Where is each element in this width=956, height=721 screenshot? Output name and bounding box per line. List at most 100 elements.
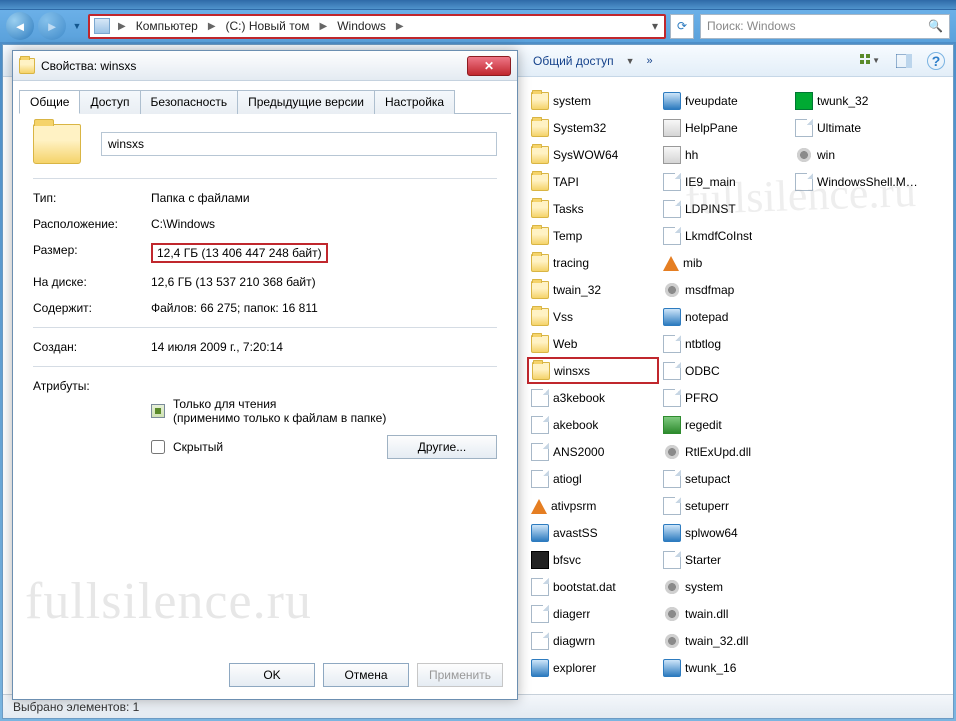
file-item[interactable]: win <box>791 141 923 168</box>
file-item[interactable]: avastSS <box>527 519 659 546</box>
tab-access[interactable]: Доступ <box>79 90 140 114</box>
file-item[interactable]: RtlExUpd.dll <box>659 438 791 465</box>
file-icon <box>531 389 549 407</box>
file-item[interactable]: twain_32 <box>527 276 659 303</box>
tab-general[interactable]: Общие <box>19 90 80 114</box>
change-view-button[interactable]: ▼ <box>859 50 881 72</box>
file-item[interactable]: twunk_32 <box>791 87 923 114</box>
file-item[interactable]: PFRO <box>659 384 791 411</box>
close-button[interactable]: ✕ <box>467 56 511 76</box>
file-item[interactable]: LkmdfCoInst <box>659 222 791 249</box>
file-item[interactable]: ntbtlog <box>659 330 791 357</box>
refresh-button[interactable]: ⟳ <box>670 14 694 39</box>
file-item[interactable]: hh <box>659 141 791 168</box>
file-item[interactable]: twain.dll <box>659 600 791 627</box>
search-icon: 🔍 <box>928 19 943 33</box>
file-item[interactable]: Vss <box>527 303 659 330</box>
file-item[interactable]: HelpPane <box>659 114 791 141</box>
file-icon <box>663 497 681 515</box>
search-box[interactable]: Поиск: Windows 🔍 <box>700 14 950 39</box>
folder-large-icon <box>33 124 81 164</box>
chevron-right-icon[interactable]: ▶ <box>392 21 408 32</box>
tab-previous-versions[interactable]: Предыдущие версии <box>237 90 375 114</box>
chevron-right-icon[interactable]: ▶ <box>114 21 130 32</box>
share-button[interactable]: Общий доступ <box>533 54 614 68</box>
forward-button[interactable]: ► <box>38 12 66 40</box>
file-item[interactable]: ativpsrm <box>527 492 659 519</box>
file-item[interactable]: a3kebook <box>527 384 659 411</box>
hidden-checkbox[interactable] <box>151 440 165 454</box>
file-item[interactable]: LDPINST <box>659 195 791 222</box>
file-item[interactable]: twain_32.dll <box>659 627 791 654</box>
other-attributes-button[interactable]: Другие... <box>387 435 497 459</box>
cancel-button[interactable]: Отмена <box>323 663 409 687</box>
file-name: IE9_main <box>685 175 736 189</box>
file-item[interactable]: bootstat.dat <box>527 573 659 600</box>
search-placeholder: Поиск: Windows <box>707 19 796 33</box>
file-name: LDPINST <box>685 202 736 216</box>
file-item[interactable]: WindowsShell.Man <box>791 168 923 195</box>
file-item[interactable]: diagwrn <box>527 627 659 654</box>
file-item[interactable]: notepad <box>659 303 791 330</box>
address-bar[interactable]: ▶ Компьютер ▶ (C:) Новый том ▶ Windows ▶… <box>88 14 666 39</box>
file-item[interactable]: Temp <box>527 222 659 249</box>
apply-button[interactable]: Применить <box>417 663 503 687</box>
chevron-right-icon[interactable]: ▶ <box>316 21 332 32</box>
breadcrumb-windows[interactable]: Windows <box>331 16 392 37</box>
file-item[interactable]: TAPI <box>527 168 659 195</box>
file-icon <box>663 551 681 569</box>
file-item[interactable]: diagerr <box>527 600 659 627</box>
file-item[interactable]: IE9_main <box>659 168 791 195</box>
file-item[interactable]: bfsvc <box>527 546 659 573</box>
file-item[interactable]: Tasks <box>527 195 659 222</box>
file-item[interactable]: fveupdate <box>659 87 791 114</box>
help-button[interactable]: ? <box>927 52 945 70</box>
tab-customize[interactable]: Настройка <box>374 90 455 114</box>
file-item[interactable]: tracing <box>527 249 659 276</box>
address-dropdown-icon[interactable]: ▾ <box>646 19 664 33</box>
more-commands[interactable]: » <box>647 55 653 67</box>
file-item[interactable]: akebook <box>527 411 659 438</box>
file-item[interactable]: System32 <box>527 114 659 141</box>
folder-icon <box>531 92 549 110</box>
file-icon <box>531 632 549 650</box>
file-item[interactable]: mib <box>659 249 791 276</box>
file-icon <box>531 416 549 434</box>
file-item[interactable]: explorer <box>527 654 659 681</box>
tab-security[interactable]: Безопасность <box>140 90 239 114</box>
history-dropdown[interactable]: ▼ <box>70 13 84 39</box>
file-item[interactable]: Ultimate <box>791 114 923 141</box>
file-item[interactable]: winsxs <box>527 357 659 384</box>
status-text: Выбрано элементов: 1 <box>13 700 139 714</box>
file-list[interactable]: systemSystem32SysWOW64TAPITasksTemptraci… <box>523 81 949 690</box>
file-item[interactable]: twunk_16 <box>659 654 791 681</box>
file-item[interactable]: msdfmap <box>659 276 791 303</box>
type-label: Тип: <box>33 191 151 205</box>
back-button[interactable]: ◄ <box>6 12 34 40</box>
file-item[interactable]: ODBC <box>659 357 791 384</box>
file-item[interactable]: system <box>659 573 791 600</box>
ok-button[interactable]: OK <box>229 663 315 687</box>
file-item[interactable]: setuperr <box>659 492 791 519</box>
file-item[interactable]: system <box>527 87 659 114</box>
readonly-checkbox[interactable] <box>151 404 165 418</box>
preview-pane-button[interactable] <box>893 50 915 72</box>
share-dropdown-icon[interactable]: ▼ <box>626 56 635 66</box>
file-item[interactable]: atiogl <box>527 465 659 492</box>
breadcrumb-drive[interactable]: (C:) Новый том <box>220 16 316 37</box>
file-icon <box>795 173 813 191</box>
file-item[interactable]: regedit <box>659 411 791 438</box>
file-item[interactable]: setupact <box>659 465 791 492</box>
properties-titlebar[interactable]: Свойства: winsxs ✕ <box>13 51 517 81</box>
file-item[interactable]: splwow64 <box>659 519 791 546</box>
file-name: diagerr <box>553 607 590 621</box>
folder-icon <box>531 146 549 164</box>
chevron-right-icon[interactable]: ▶ <box>204 21 220 32</box>
file-item[interactable]: Web <box>527 330 659 357</box>
file-name: akebook <box>553 418 598 432</box>
file-item[interactable]: SysWOW64 <box>527 141 659 168</box>
file-item[interactable]: ANS2000 <box>527 438 659 465</box>
file-item[interactable]: Starter <box>659 546 791 573</box>
breadcrumb-computer[interactable]: Компьютер <box>130 16 204 37</box>
folder-name-input[interactable] <box>101 132 497 156</box>
